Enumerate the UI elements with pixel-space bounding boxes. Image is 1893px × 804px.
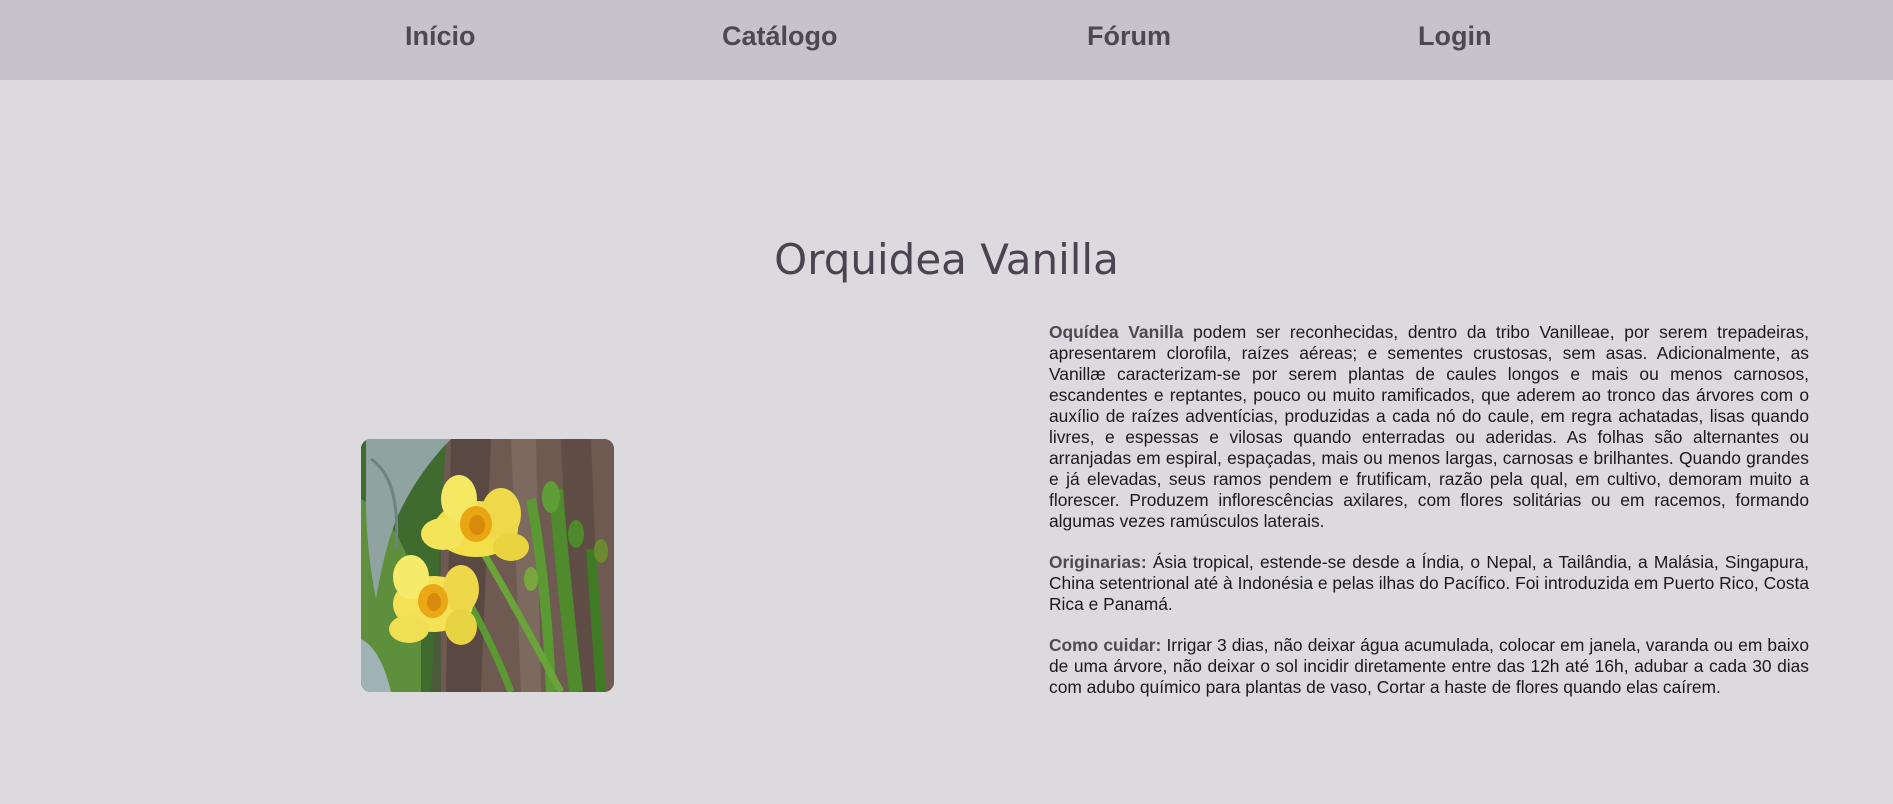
orchid-description: Oquídea Vanilla podem ser reconhecidas, …	[1049, 322, 1809, 718]
origin-label: Originarias:	[1049, 552, 1147, 572]
page-title: Orquidea Vanilla	[774, 235, 1119, 284]
care-text: Irrigar 3 dias, não deixar água acumulad…	[1049, 635, 1809, 697]
nav-link-login[interactable]: Login	[1418, 20, 1491, 52]
nav-link-catalogo[interactable]: Catálogo	[722, 20, 838, 52]
nav-link-forum[interactable]: Fórum	[1087, 20, 1171, 52]
orchid-image	[361, 439, 614, 692]
nav-link-inicio[interactable]: Início	[405, 20, 476, 52]
description-paragraph: Oquídea Vanilla podem ser reconhecidas, …	[1049, 322, 1809, 532]
origin-paragraph: Originarias: Ásia tropical, estende-se d…	[1049, 552, 1809, 615]
origin-text: Ásia tropical, estende-se desde a Índia,…	[1049, 552, 1809, 614]
care-label: Como cuidar:	[1049, 635, 1162, 655]
top-navbar: Início Catálogo Fórum Login	[0, 0, 1893, 80]
description-label: Oquídea Vanilla	[1049, 322, 1184, 342]
description-text: podem ser reconhecidas, dentro da tribo …	[1049, 322, 1809, 531]
care-paragraph: Como cuidar: Irrigar 3 dias, não deixar …	[1049, 635, 1809, 698]
